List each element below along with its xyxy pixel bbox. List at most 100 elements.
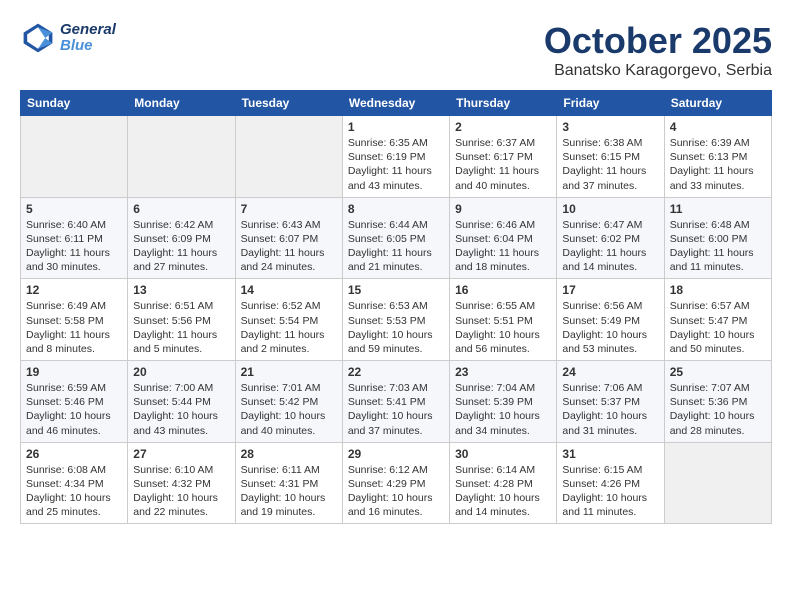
day-info: Sunrise: 6:11 AM Sunset: 4:31 PM Dayligh…: [241, 463, 337, 520]
day-info: Sunrise: 6:35 AM Sunset: 6:19 PM Dayligh…: [348, 136, 444, 193]
calendar-cell: 24 Sunrise: 7:06 AM Sunset: 5:37 PM Dayli…: [557, 361, 664, 443]
location-subtitle: Banatsko Karagorgevo, Serbia: [544, 62, 772, 80]
calendar-cell: 20 Sunrise: 7:00 AM Sunset: 5:44 PM Dayli…: [128, 361, 235, 443]
day-number: 24: [562, 365, 658, 379]
calendar-cell: 18 Sunrise: 6:57 AM Sunset: 5:47 PM Dayli…: [664, 279, 771, 361]
calendar-cell: 22 Sunrise: 7:03 AM Sunset: 5:41 PM Dayli…: [342, 361, 449, 443]
calendar-cell: 28 Sunrise: 6:11 AM Sunset: 4:31 PM Dayli…: [235, 442, 342, 524]
day-number: 25: [670, 365, 766, 379]
day-number: 10: [562, 202, 658, 216]
weekday-header: Wednesday: [342, 91, 449, 116]
calendar-cell: [128, 116, 235, 198]
day-info: Sunrise: 6:10 AM Sunset: 4:32 PM Dayligh…: [133, 463, 229, 520]
page-header: General Blue October 2025 Banatsko Karag…: [20, 20, 772, 80]
day-info: Sunrise: 6:52 AM Sunset: 5:54 PM Dayligh…: [241, 299, 337, 356]
calendar-cell: 15 Sunrise: 6:53 AM Sunset: 5:53 PM Dayli…: [342, 279, 449, 361]
weekday-header: Thursday: [450, 91, 557, 116]
day-number: 12: [26, 283, 122, 297]
day-info: Sunrise: 6:49 AM Sunset: 5:58 PM Dayligh…: [26, 299, 122, 356]
calendar-cell: 30Sunrise: 6:14 AM Sunset: 4:28 PM Dayli…: [450, 442, 557, 524]
calendar-cell: 25Sunrise: 7:07 AM Sunset: 5:36 PM Dayli…: [664, 361, 771, 443]
day-info: Sunrise: 6:08 AM Sunset: 4:34 PM Dayligh…: [26, 463, 122, 520]
calendar-cell: 21Sunrise: 7:01 AM Sunset: 5:42 PM Dayli…: [235, 361, 342, 443]
logo: General Blue: [20, 20, 116, 56]
calendar-cell: [235, 116, 342, 198]
day-number: 22: [348, 365, 444, 379]
calendar-cell: 10 Sunrise: 6:47 AM Sunset: 6:02 PM Dayli…: [557, 197, 664, 279]
day-info: Sunrise: 7:03 AM Sunset: 5:41 PM Dayligh…: [348, 381, 444, 438]
day-number: 5: [26, 202, 122, 216]
day-info: Sunrise: 6:57 AM Sunset: 5:47 PM Dayligh…: [670, 299, 766, 356]
day-number: 18: [670, 283, 766, 297]
day-info: Sunrise: 7:06 AM Sunset: 5:37 PM Dayligh…: [562, 381, 658, 438]
calendar-table: SundayMondayTuesdayWednesdayThursdayFrid…: [20, 90, 772, 524]
title-block: October 2025 Banatsko Karagorgevo, Serbi…: [544, 20, 772, 80]
day-number: 29: [348, 447, 444, 461]
calendar-cell: 2Sunrise: 6:37 AM Sunset: 6:17 PM Daylig…: [450, 116, 557, 198]
calendar-cell: 19 Sunrise: 6:59 AM Sunset: 5:46 PM Dayli…: [21, 361, 128, 443]
day-info: Sunrise: 6:51 AM Sunset: 5:56 PM Dayligh…: [133, 299, 229, 356]
calendar-week-row: 19 Sunrise: 6:59 AM Sunset: 5:46 PM Dayli…: [21, 361, 772, 443]
day-info: Sunrise: 7:00 AM Sunset: 5:44 PM Dayligh…: [133, 381, 229, 438]
calendar-cell: 4Sunrise: 6:39 AM Sunset: 6:13 PM Daylig…: [664, 116, 771, 198]
day-info: Sunrise: 6:59 AM Sunset: 5:46 PM Dayligh…: [26, 381, 122, 438]
weekday-header: Monday: [128, 91, 235, 116]
day-number: 30: [455, 447, 551, 461]
day-number: 13: [133, 283, 229, 297]
weekday-header: Friday: [557, 91, 664, 116]
calendar-cell: 17 Sunrise: 6:56 AM Sunset: 5:49 PM Dayli…: [557, 279, 664, 361]
calendar-cell: [664, 442, 771, 524]
day-number: 14: [241, 283, 337, 297]
weekday-header: Sunday: [21, 91, 128, 116]
day-info: Sunrise: 6:12 AM Sunset: 4:29 PM Dayligh…: [348, 463, 444, 520]
day-info: Sunrise: 6:15 AM Sunset: 4:26 PM Dayligh…: [562, 463, 658, 520]
calendar-cell: 23Sunrise: 7:04 AM Sunset: 5:39 PM Dayli…: [450, 361, 557, 443]
day-info: Sunrise: 6:46 AM Sunset: 6:04 PM Dayligh…: [455, 218, 551, 275]
weekday-header-row: SundayMondayTuesdayWednesdayThursdayFrid…: [21, 91, 772, 116]
logo-icon: [20, 20, 56, 56]
day-number: 26: [26, 447, 122, 461]
day-info: Sunrise: 6:53 AM Sunset: 5:53 PM Dayligh…: [348, 299, 444, 356]
calendar-cell: 26 Sunrise: 6:08 AM Sunset: 4:34 PM Dayli…: [21, 442, 128, 524]
calendar-cell: 12 Sunrise: 6:49 AM Sunset: 5:58 PM Dayli…: [21, 279, 128, 361]
calendar-cell: 5Sunrise: 6:40 AM Sunset: 6:11 PM Daylig…: [21, 197, 128, 279]
day-info: Sunrise: 6:55 AM Sunset: 5:51 PM Dayligh…: [455, 299, 551, 356]
day-number: 15: [348, 283, 444, 297]
calendar-cell: 31 Sunrise: 6:15 AM Sunset: 4:26 PM Dayli…: [557, 442, 664, 524]
weekday-header: Saturday: [664, 91, 771, 116]
day-number: 28: [241, 447, 337, 461]
day-info: Sunrise: 6:56 AM Sunset: 5:49 PM Dayligh…: [562, 299, 658, 356]
day-info: Sunrise: 6:38 AM Sunset: 6:15 PM Dayligh…: [562, 136, 658, 193]
calendar-week-row: 12 Sunrise: 6:49 AM Sunset: 5:58 PM Dayli…: [21, 279, 772, 361]
day-info: Sunrise: 6:42 AM Sunset: 6:09 PM Dayligh…: [133, 218, 229, 275]
weekday-header: Tuesday: [235, 91, 342, 116]
calendar-cell: 9Sunrise: 6:46 AM Sunset: 6:04 PM Daylig…: [450, 197, 557, 279]
day-number: 8: [348, 202, 444, 216]
calendar-cell: 13 Sunrise: 6:51 AM Sunset: 5:56 PM Dayli…: [128, 279, 235, 361]
logo-text: General Blue: [60, 22, 116, 55]
calendar-cell: 27 Sunrise: 6:10 AM Sunset: 4:32 PM Dayli…: [128, 442, 235, 524]
day-number: 1: [348, 120, 444, 134]
day-number: 17: [562, 283, 658, 297]
month-title: October 2025: [544, 20, 772, 62]
calendar-cell: 1 Sunrise: 6:35 AM Sunset: 6:19 PM Daylig…: [342, 116, 449, 198]
calendar-cell: 8Sunrise: 6:44 AM Sunset: 6:05 PM Daylig…: [342, 197, 449, 279]
calendar-cell: 11Sunrise: 6:48 AM Sunset: 6:00 PM Dayli…: [664, 197, 771, 279]
day-number: 19: [26, 365, 122, 379]
calendar-cell: 16Sunrise: 6:55 AM Sunset: 5:51 PM Dayli…: [450, 279, 557, 361]
day-number: 6: [133, 202, 229, 216]
day-info: Sunrise: 7:04 AM Sunset: 5:39 PM Dayligh…: [455, 381, 551, 438]
day-number: 3: [562, 120, 658, 134]
calendar-cell: [21, 116, 128, 198]
day-info: Sunrise: 7:01 AM Sunset: 5:42 PM Dayligh…: [241, 381, 337, 438]
day-info: Sunrise: 6:48 AM Sunset: 6:00 PM Dayligh…: [670, 218, 766, 275]
calendar-cell: 29 Sunrise: 6:12 AM Sunset: 4:29 PM Dayli…: [342, 442, 449, 524]
calendar-cell: 14 Sunrise: 6:52 AM Sunset: 5:54 PM Dayli…: [235, 279, 342, 361]
day-info: Sunrise: 6:47 AM Sunset: 6:02 PM Dayligh…: [562, 218, 658, 275]
calendar-week-row: 5Sunrise: 6:40 AM Sunset: 6:11 PM Daylig…: [21, 197, 772, 279]
day-number: 27: [133, 447, 229, 461]
calendar-week-row: 26 Sunrise: 6:08 AM Sunset: 4:34 PM Dayli…: [21, 442, 772, 524]
day-number: 20: [133, 365, 229, 379]
day-number: 31: [562, 447, 658, 461]
day-number: 2: [455, 120, 551, 134]
